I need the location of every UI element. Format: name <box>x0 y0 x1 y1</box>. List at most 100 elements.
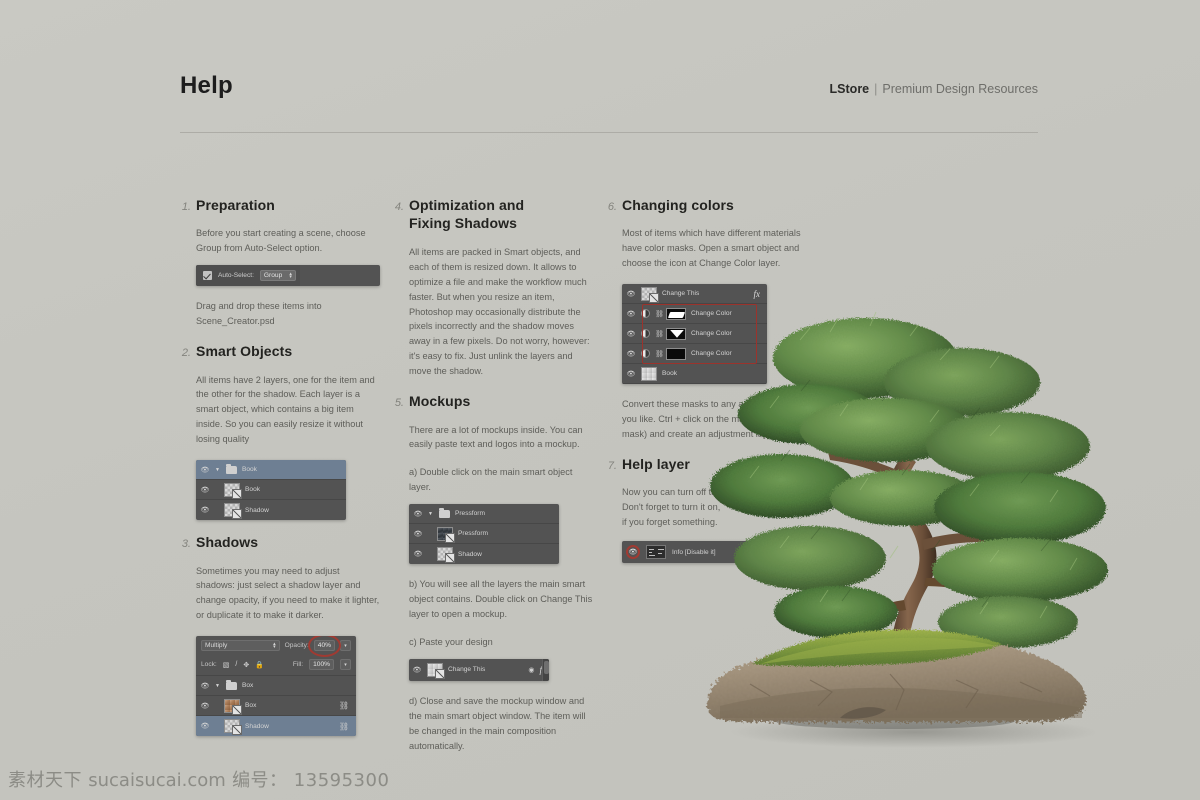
section-number: 5. <box>394 397 404 410</box>
layer-name: Box <box>245 702 257 710</box>
layer-thumbnail <box>641 286 659 303</box>
bonsai-tree-image <box>690 240 1110 760</box>
help-page: Help LStore | Premium Design Resources 1. … <box>0 0 1200 800</box>
layer-row[interactable]: 👁 Shadow ⛓ <box>196 716 356 737</box>
opacity-value[interactable]: 40% <box>313 640 335 652</box>
layer-row[interactable]: 👁 Shadow <box>196 500 346 520</box>
layer-thumbnail <box>437 526 455 543</box>
panel-scrollbar[interactable] <box>542 658 549 681</box>
layer-row[interactable]: 👁 ▼ Book <box>196 460 346 481</box>
auto-select-toolbar: Auto-Select: Group ▴ ▾ <box>196 265 380 287</box>
watermark-id-label: 编号： <box>232 770 288 791</box>
eye-icon[interactable]: 👁 <box>626 370 636 378</box>
chevron-down-icon[interactable]: ▼ <box>215 683 220 689</box>
layer-thumbnail <box>224 503 242 520</box>
change-this-layer-panel[interactable]: 👁 Change This ◉ fx <box>409 658 549 681</box>
section-number: 7. <box>607 459 617 472</box>
layer-thumbnail <box>437 547 455 564</box>
eye-icon[interactable]: 👁 <box>200 486 210 494</box>
eye-icon[interactable]: 👁 <box>200 702 210 710</box>
lock-all-icon[interactable]: 🔒 <box>255 661 264 669</box>
auto-select-checkbox[interactable] <box>203 271 212 281</box>
column-1: 1. Preparation Before you start creating… <box>180 196 380 749</box>
layers-panel-shadows[interactable]: Multiply ▴▾ Opacity: 40% ▾ Lock: ▧ / ✥ <box>196 636 356 737</box>
canopy-left <box>710 454 854 518</box>
brand-block: LStore | Premium Design Resources <box>830 82 1038 96</box>
canopy-lower-right <box>932 538 1108 602</box>
layer-row[interactable]: 👁 Book <box>196 480 346 501</box>
section-paragraph: Sometimes you may need to adjust shadows… <box>196 565 380 621</box>
auto-select-dropdown[interactable]: Group ▴ ▾ <box>259 270 296 282</box>
link-mask-icon[interactable]: ⛓ <box>655 330 664 338</box>
eye-icon[interactable]: 👁 <box>626 330 636 338</box>
section-paragraph: All items are packed in Smart objects, a… <box>409 246 590 377</box>
folder-icon <box>225 463 237 474</box>
section-preparation: 1. Preparation Before you start creating… <box>180 196 380 329</box>
chevron-down-icon[interactable]: ▼ <box>215 467 220 473</box>
layer-thumbnail <box>427 662 445 679</box>
eye-icon[interactable]: 👁 <box>200 506 210 514</box>
link-icon[interactable]: ⛓ <box>339 701 352 710</box>
lock-move-icon[interactable]: ✥ <box>243 661 249 669</box>
layers-panel-smart-objects[interactable]: 👁 ▼ Book 👁 Book 👁 Shadow <box>196 460 346 521</box>
layers-panel-mockup[interactable]: 👁 ▼ Pressform 👁 Pressform 👁 Shadow <box>409 504 559 565</box>
eye-icon[interactable]: 👁 <box>413 510 423 518</box>
layer-row[interactable]: 👁 ▼ Box <box>196 676 356 697</box>
eye-icon[interactable]: 👁 <box>200 466 210 474</box>
eye-icon[interactable]: 👁 <box>413 550 423 558</box>
folder-icon <box>225 679 237 690</box>
adjustment-layer-icon <box>641 329 650 339</box>
page-title: Help <box>180 72 233 99</box>
fill-label: Fill: <box>292 661 304 669</box>
layer-row[interactable]: 👁 Pressform <box>409 524 559 545</box>
layer-row[interactable]: 👁 Box ⛓ <box>196 696 356 717</box>
scrollbar-thumb[interactable] <box>544 660 549 674</box>
mask-thumbnail <box>666 347 686 360</box>
eye-icon[interactable]: 👁 <box>412 666 422 674</box>
section-title: Shadows <box>196 534 259 551</box>
canopy-mid-right <box>926 412 1090 480</box>
lock-transparency-icon[interactable]: ▧ <box>223 661 230 669</box>
fill-slider-button[interactable]: ▾ <box>340 659 351 671</box>
chevron-down-icon[interactable]: ▼ <box>428 511 433 517</box>
layer-thumbnail <box>646 545 666 560</box>
layer-name: Shadow <box>245 722 269 730</box>
section-paragraph-c: c) Paste your design <box>409 636 493 647</box>
section-title-line1: Optimization and <box>409 197 525 213</box>
layer-row[interactable]: 👁 Shadow <box>409 544 559 564</box>
link-icon[interactable]: ⛓ <box>339 722 352 731</box>
eye-icon[interactable]: 👁 <box>200 722 210 730</box>
section-number: 2. <box>181 347 191 360</box>
fill-value[interactable]: 100% <box>309 659 334 671</box>
auto-select-dropdown-value: Group <box>263 272 283 280</box>
section-smart-objects: 2. Smart Objects All items have 2 layers… <box>180 342 380 521</box>
eye-icon[interactable]: 👁 <box>626 290 636 298</box>
auto-select-label: Auto-Select: <box>218 272 254 280</box>
opacity-slider-button[interactable]: ▾ <box>340 640 351 652</box>
eye-icon[interactable]: 👁 <box>626 350 636 358</box>
section-paragraph-b: b) You will see all the layers the main … <box>409 579 593 619</box>
layer-name: Pressform <box>454 510 485 518</box>
chevron-updown-icon: ▴ ▾ <box>273 640 276 650</box>
eye-icon[interactable]: 👁 <box>413 530 423 538</box>
eye-icon[interactable]: 👁 <box>626 545 640 560</box>
layer-thumbnail <box>641 366 657 381</box>
layer-row[interactable]: 👁 ▼ Pressform <box>409 504 559 525</box>
layer-name: Book <box>662 370 678 378</box>
layer-name: Shadow <box>245 506 269 514</box>
layer-thumbnail <box>224 719 242 736</box>
section-title: Preparation <box>196 197 275 213</box>
section-paragraph: All items have 2 layers, one for the ite… <box>196 374 375 445</box>
layer-row[interactable]: 👁 Change This ◉ fx <box>409 659 549 681</box>
link-mask-icon[interactable]: ⛓ <box>655 350 664 358</box>
section-title: Smart Objects <box>196 343 293 360</box>
adjustment-layer-icon <box>641 309 650 319</box>
blend-mode-dropdown[interactable]: Multiply ▴ ▾ <box>201 640 280 652</box>
link-mask-icon[interactable]: ⛓ <box>655 310 664 318</box>
watermark-site-cn: 素材天下 <box>8 770 82 791</box>
eye-icon[interactable]: 👁 <box>626 310 636 318</box>
layer-effects-dot-icon: ◉ <box>528 666 535 674</box>
section-title: Help layer <box>622 455 690 472</box>
eye-icon[interactable]: 👁 <box>200 682 210 690</box>
lock-brush-icon[interactable]: / <box>235 661 237 668</box>
